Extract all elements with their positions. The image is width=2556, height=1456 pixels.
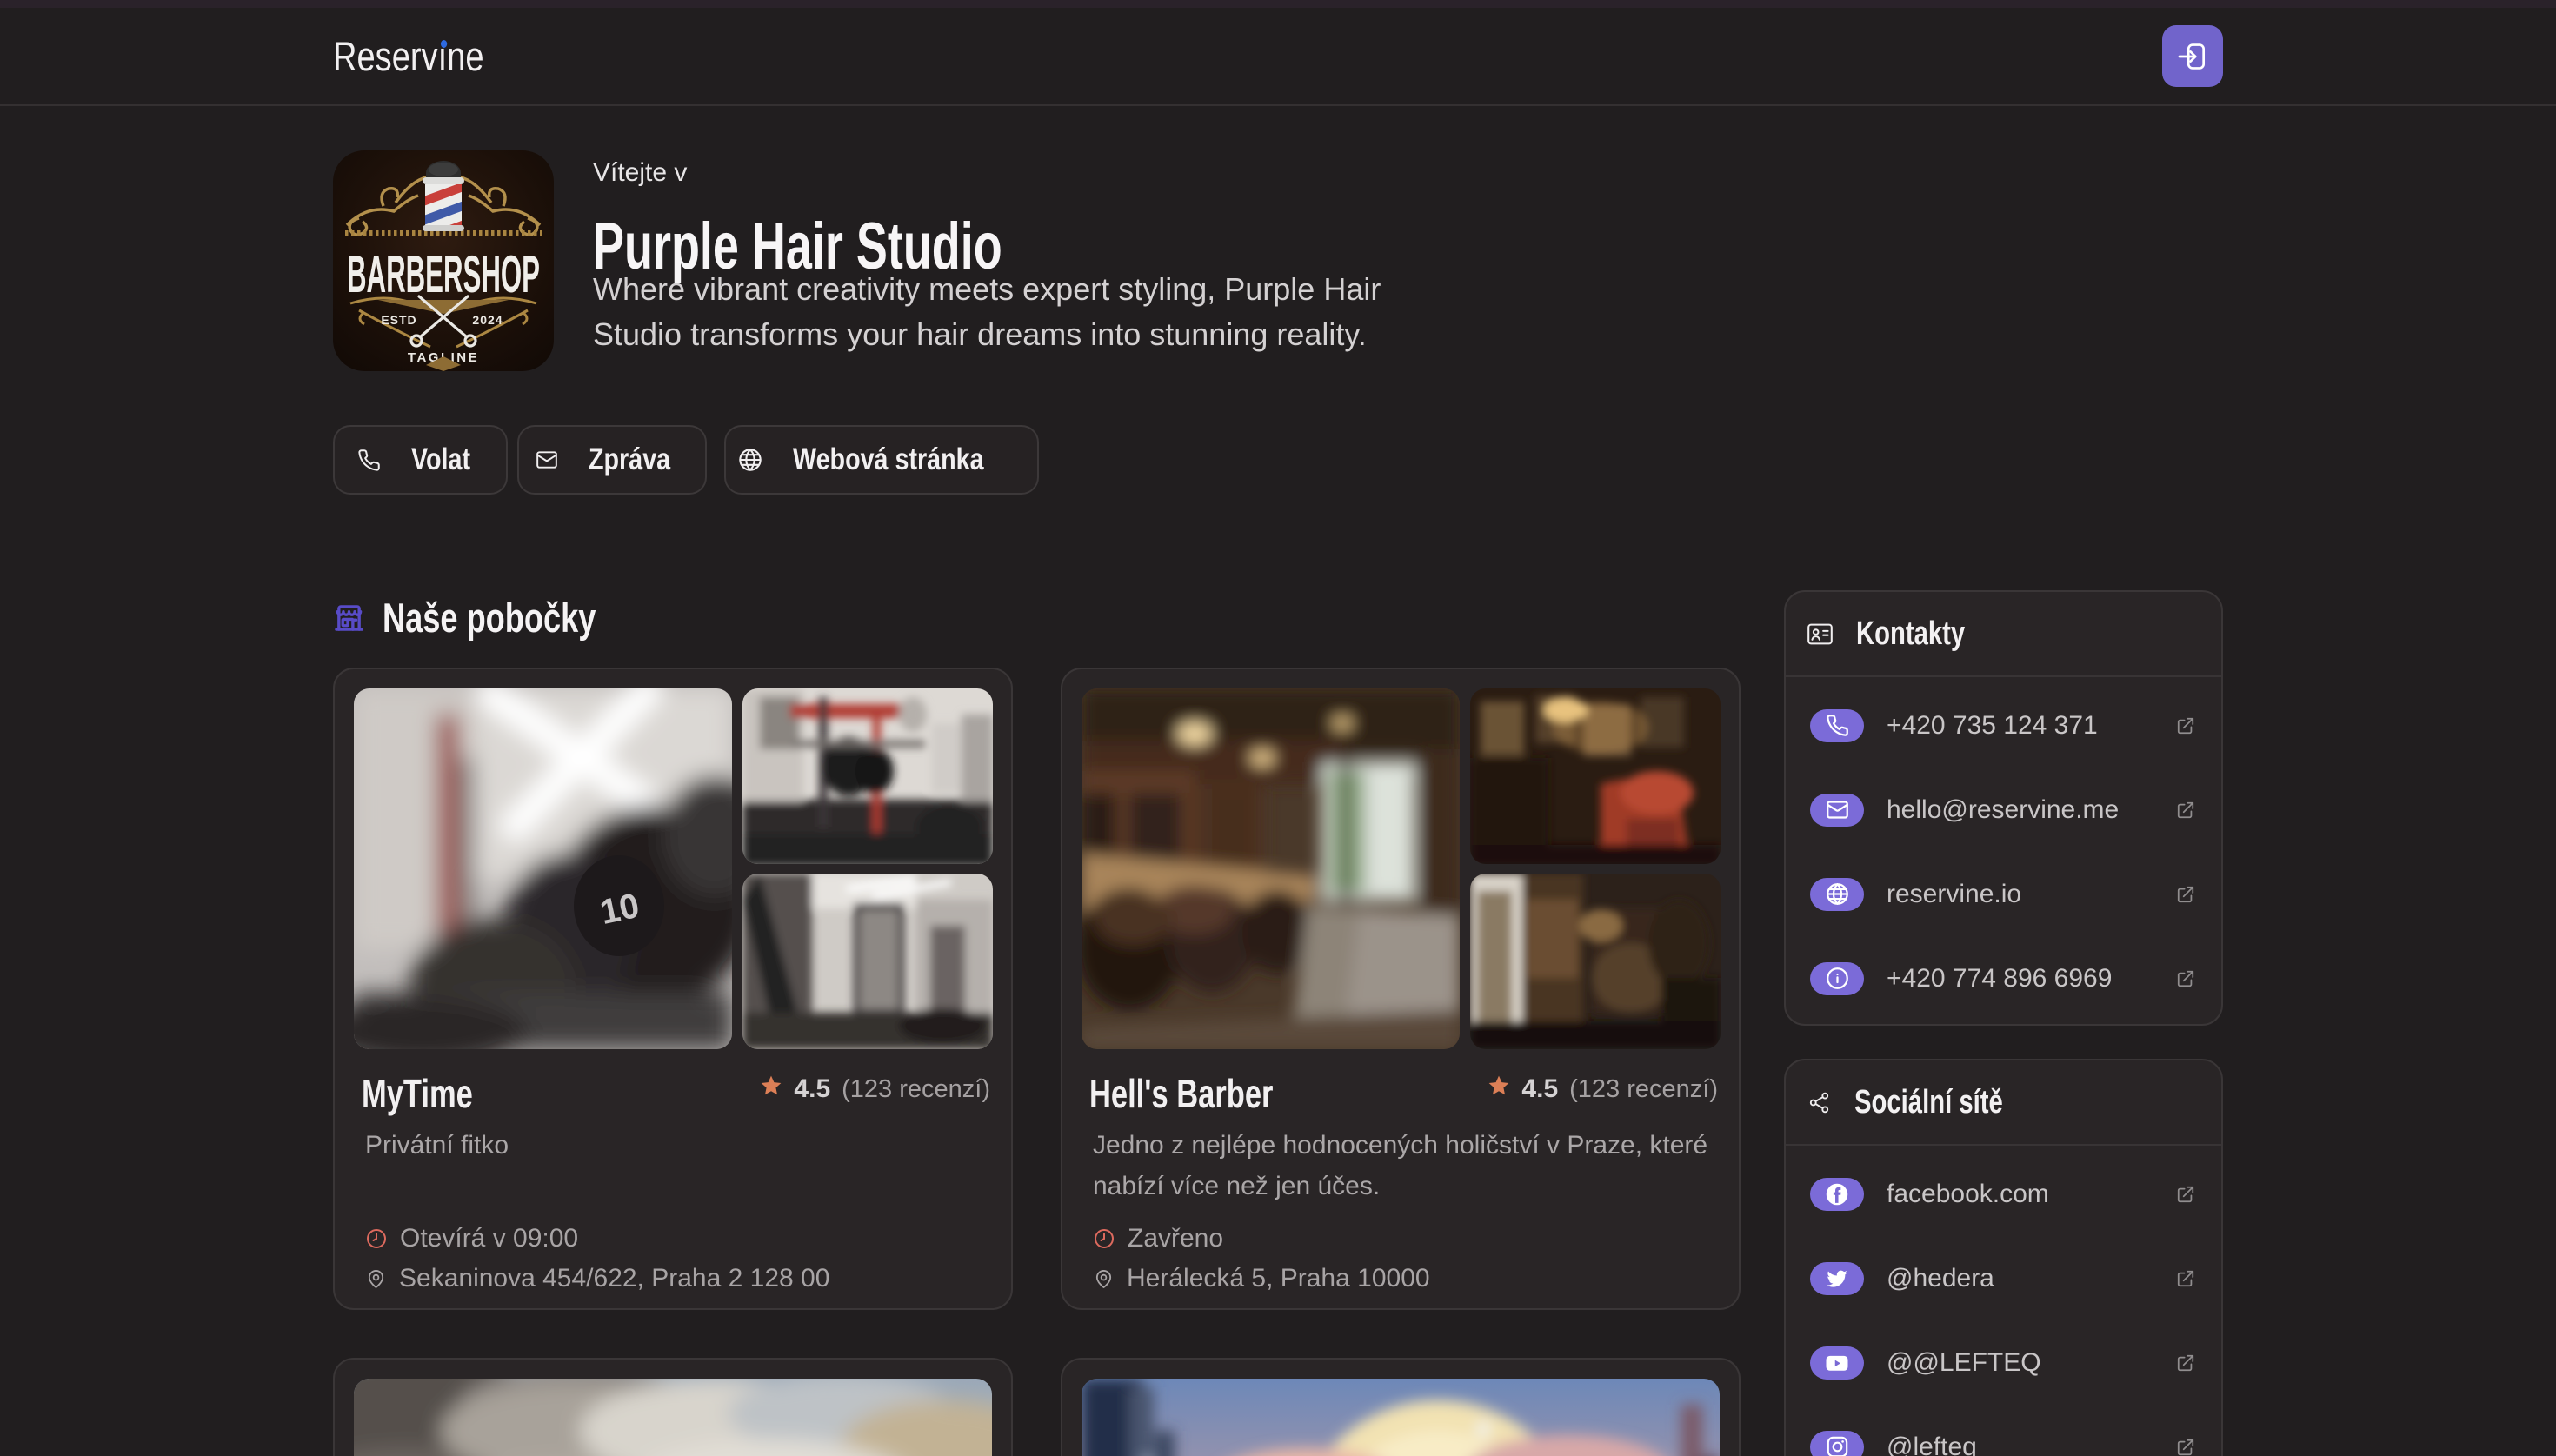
- svg-text:10: 10: [596, 887, 642, 932]
- svg-text:BARBERSHOP: BARBERSHOP: [347, 245, 540, 303]
- svg-text:ESTD: ESTD: [381, 313, 416, 327]
- svg-text:2024: 2024: [472, 313, 503, 327]
